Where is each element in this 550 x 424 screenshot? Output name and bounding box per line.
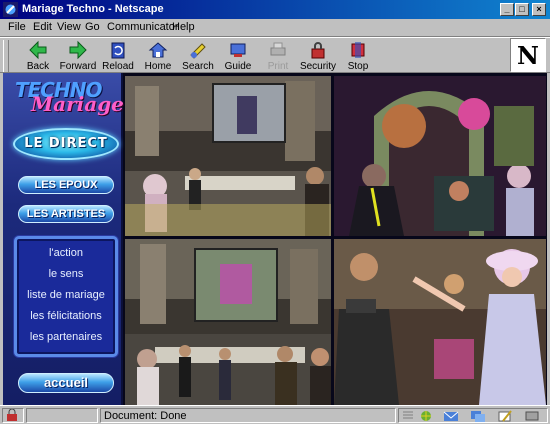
status-security-cell[interactable]: [2, 408, 24, 423]
photo-artists-performance: [334, 76, 546, 236]
forward-arrow-icon: [69, 40, 87, 60]
accueil-button[interactable]: accueil: [18, 373, 114, 393]
forward-button[interactable]: Forward: [58, 39, 98, 73]
status-text: Document: Done: [104, 410, 187, 422]
menu-communicator[interactable]: Communicator: [107, 21, 179, 33]
nav-link-partenaires[interactable]: les partenaires: [17, 331, 115, 343]
logo-line2: Mariage: [31, 92, 124, 116]
reload-button[interactable]: Reload: [98, 39, 138, 73]
title-bar: Mariage Techno - Netscape _ □ ×: [0, 0, 550, 19]
menu-view[interactable]: View: [57, 21, 81, 33]
print-button[interactable]: Print: [258, 39, 298, 73]
home-label: Home: [144, 61, 172, 72]
mail-icon[interactable]: [443, 409, 459, 423]
site-nav-box: l'action le sens liste de mariage les fé…: [14, 236, 118, 357]
reload-icon: [111, 42, 125, 59]
security-label: Security: [299, 61, 337, 72]
close-button[interactable]: ×: [532, 3, 546, 16]
home-icon: [148, 42, 168, 58]
nav-link-action[interactable]: l'action: [17, 247, 115, 259]
print-label: Print: [267, 61, 289, 72]
techno-mariage-logo[interactable]: TECHNO Mariage: [5, 78, 124, 116]
back-button[interactable]: Back: [18, 39, 58, 73]
stop-button[interactable]: Stop: [338, 39, 378, 73]
menu-go[interactable]: Go: [85, 21, 100, 33]
le-direct-button[interactable]: LE DIRECT: [13, 128, 119, 160]
nav-link-sens[interactable]: le sens: [17, 268, 115, 280]
security-button[interactable]: Security: [298, 39, 338, 73]
search-label: Search: [182, 61, 214, 72]
security-lock-icon: [311, 42, 325, 59]
guide-icon: [230, 43, 246, 57]
stop-label: Stop: [347, 61, 369, 72]
les-artistes-button[interactable]: LES ARTISTES: [18, 205, 114, 223]
component-grip-icon[interactable]: [402, 410, 414, 422]
minimize-button[interactable]: _: [500, 3, 514, 16]
guide-button[interactable]: Guide: [218, 39, 258, 73]
back-arrow-icon: [29, 40, 47, 60]
photo-ceremony-hall-bottom: [125, 239, 331, 405]
status-progress-cell: [26, 408, 98, 423]
newsgroups-icon[interactable]: [470, 409, 486, 423]
navigator-icon[interactable]: [418, 409, 434, 423]
photo-ceremony-hall-top: [125, 76, 331, 236]
reload-label: Reload: [102, 61, 134, 72]
page-content: TECHNO Mariage LE DIRECT LES EPOUX LES A…: [3, 73, 547, 405]
back-label: Back: [26, 61, 50, 72]
photo-wedding-couple: [334, 239, 546, 405]
nav-link-felicitations[interactable]: les félicitations: [17, 310, 115, 322]
print-icon: [270, 42, 286, 56]
security-status-icon: [7, 408, 17, 421]
menu-help[interactable]: Help: [172, 21, 195, 33]
window-title: Mariage Techno - Netscape: [22, 3, 164, 15]
stop-icon: [351, 42, 365, 58]
site-sidebar: TECHNO Mariage LE DIRECT LES EPOUX LES A…: [3, 73, 124, 405]
composer-icon[interactable]: [497, 409, 513, 423]
toolbar-grip[interactable]: [3, 40, 9, 72]
throbber-letter: N: [517, 41, 539, 70]
les-epoux-button[interactable]: LES EPOUX: [18, 176, 114, 194]
nav-link-liste-de-mariage[interactable]: liste de mariage: [17, 289, 115, 301]
forward-label: Forward: [59, 61, 97, 72]
netscape-n-icon: N: [511, 39, 545, 71]
menu-edit[interactable]: Edit: [33, 21, 52, 33]
search-icon: [190, 43, 206, 59]
home-button[interactable]: Home: [138, 39, 178, 73]
menu-file[interactable]: File: [8, 21, 26, 33]
netscape-app-icon[interactable]: [3, 2, 18, 17]
navigation-toolbar: Back Forward Reload Home Search Guide Pr…: [0, 37, 550, 73]
maximize-button[interactable]: □: [515, 3, 529, 16]
netscape-throbber[interactable]: N: [510, 38, 546, 72]
menu-bar: File Edit View Go Communicator Help: [0, 19, 550, 37]
guide-label: Guide: [224, 61, 252, 72]
search-button[interactable]: Search: [178, 39, 218, 73]
conference-icon[interactable]: [524, 409, 540, 423]
status-bar: Document: Done: [0, 405, 550, 424]
